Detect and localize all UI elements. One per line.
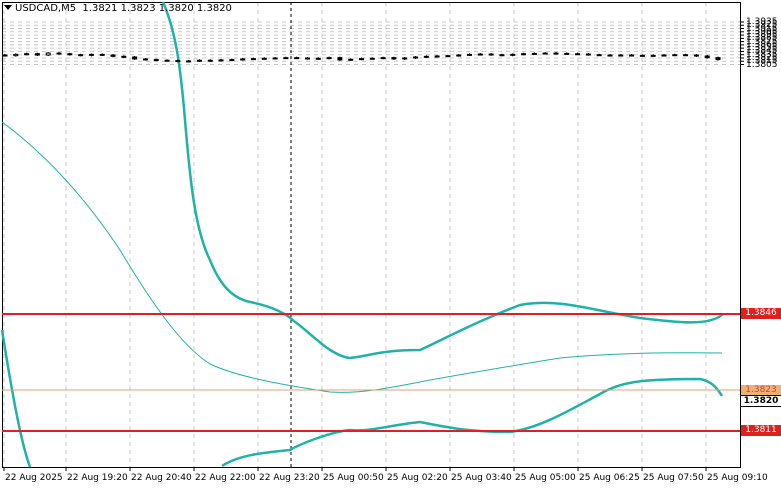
candle-body xyxy=(650,54,656,57)
price-chart-canvas[interactable] xyxy=(0,0,781,489)
candle-body xyxy=(369,57,375,60)
candle-body xyxy=(672,54,678,57)
candle-body xyxy=(618,54,624,57)
candle-body xyxy=(326,57,332,60)
symbol-label: USDCAD,M5 xyxy=(15,3,77,14)
candle-body xyxy=(337,57,343,61)
candle-body xyxy=(607,54,613,57)
candle-body xyxy=(693,54,699,57)
candle-body xyxy=(240,58,246,61)
candle-body xyxy=(596,54,602,57)
candle-body xyxy=(510,53,516,56)
candle-body xyxy=(88,53,94,56)
candle-body xyxy=(553,52,559,55)
ohlc-values: 1.3821 1.3823 1.3820 1.3820 xyxy=(82,3,232,14)
time-tick-label: 25 Aug 00:50 xyxy=(323,473,384,483)
candle-body xyxy=(348,58,354,61)
candle-body xyxy=(175,60,181,63)
lower-band xyxy=(0,329,724,468)
candle-body xyxy=(13,53,19,57)
chart-title[interactable]: USDCAD,M5 1.3821 1.3823 1.3820 1.3820 xyxy=(4,3,232,14)
candle-body xyxy=(542,52,548,55)
candle-body xyxy=(521,53,527,56)
candle-body xyxy=(359,58,364,61)
upper-band xyxy=(161,1,724,360)
candle-body xyxy=(402,57,408,60)
candle-body xyxy=(294,57,300,60)
candle-body xyxy=(683,54,689,57)
candle-body xyxy=(142,58,148,61)
candle-body xyxy=(704,55,710,59)
axis-tick-marks xyxy=(3,21,744,471)
resistance-price-tag: 1.3846 xyxy=(741,308,781,319)
candle-body xyxy=(564,52,570,55)
candle-body xyxy=(2,54,8,57)
candle-body xyxy=(186,60,192,63)
price-tick-label: 1.3805 xyxy=(746,59,778,70)
candle-body xyxy=(413,56,419,59)
candle-body xyxy=(56,52,62,55)
candle-body xyxy=(467,53,473,56)
current-price-tag: 1.3820 xyxy=(741,395,781,407)
candle-body xyxy=(132,56,138,60)
time-tick-label: 25 Aug 07:50 xyxy=(643,473,704,483)
time-tick-label: 25 Aug 06:25 xyxy=(579,473,640,483)
dropdown-icon xyxy=(4,5,12,10)
candle-body xyxy=(67,53,73,56)
candle-body xyxy=(218,59,224,62)
candle-body xyxy=(196,59,202,62)
time-tick-label: 25 Aug 09:10 xyxy=(707,473,768,483)
chart-grid xyxy=(2,2,740,467)
candle-body xyxy=(434,55,440,58)
time-tick-label: 22 Aug 2025 xyxy=(5,473,63,483)
moving-average-line xyxy=(1,121,723,393)
candle-body xyxy=(261,57,267,60)
candle-body xyxy=(477,53,483,56)
time-tick-label: 22 Aug 20:40 xyxy=(131,473,192,483)
candle-body xyxy=(499,54,505,57)
candle-body xyxy=(250,58,256,61)
time-tick-label: 22 Aug 23:20 xyxy=(259,473,320,483)
time-tick-label: 22 Aug 22:00 xyxy=(195,473,256,483)
candle-body xyxy=(445,55,451,58)
candle-body xyxy=(164,59,170,62)
candle-body xyxy=(629,54,635,57)
candle-body xyxy=(531,52,537,55)
candle-body xyxy=(456,54,462,57)
candle-body xyxy=(585,53,591,56)
time-tick-label: 25 Aug 05:00 xyxy=(515,473,576,483)
candle-body xyxy=(575,53,581,56)
indicator-series xyxy=(0,1,724,468)
candle-body xyxy=(34,53,40,56)
candle-body xyxy=(488,53,494,56)
candle-body xyxy=(153,59,159,62)
candle-body xyxy=(715,57,721,61)
candle-body xyxy=(45,52,51,56)
candle-body xyxy=(423,55,429,58)
time-tick-label: 25 Aug 03:40 xyxy=(451,473,512,483)
candle-body xyxy=(272,57,278,60)
candle-body xyxy=(99,53,105,56)
time-tick-label: 22 Aug 19:20 xyxy=(67,473,128,483)
candle-body xyxy=(78,54,84,57)
plot-frame xyxy=(2,2,741,468)
candle-body xyxy=(283,57,289,60)
candle-body xyxy=(661,54,667,57)
candle-body xyxy=(639,54,645,57)
candle-body xyxy=(315,57,321,60)
support-price-tag: 1.3811 xyxy=(741,425,781,436)
candle-body xyxy=(110,54,116,57)
candle-body xyxy=(207,59,213,62)
candle-body xyxy=(391,57,397,60)
candle-body xyxy=(229,59,235,62)
candle-body xyxy=(24,53,30,56)
candle-body xyxy=(304,57,310,60)
candle-body xyxy=(121,55,127,58)
time-tick-label: 25 Aug 02:20 xyxy=(387,473,448,483)
candle-body xyxy=(380,57,386,60)
candles-group xyxy=(2,52,721,63)
